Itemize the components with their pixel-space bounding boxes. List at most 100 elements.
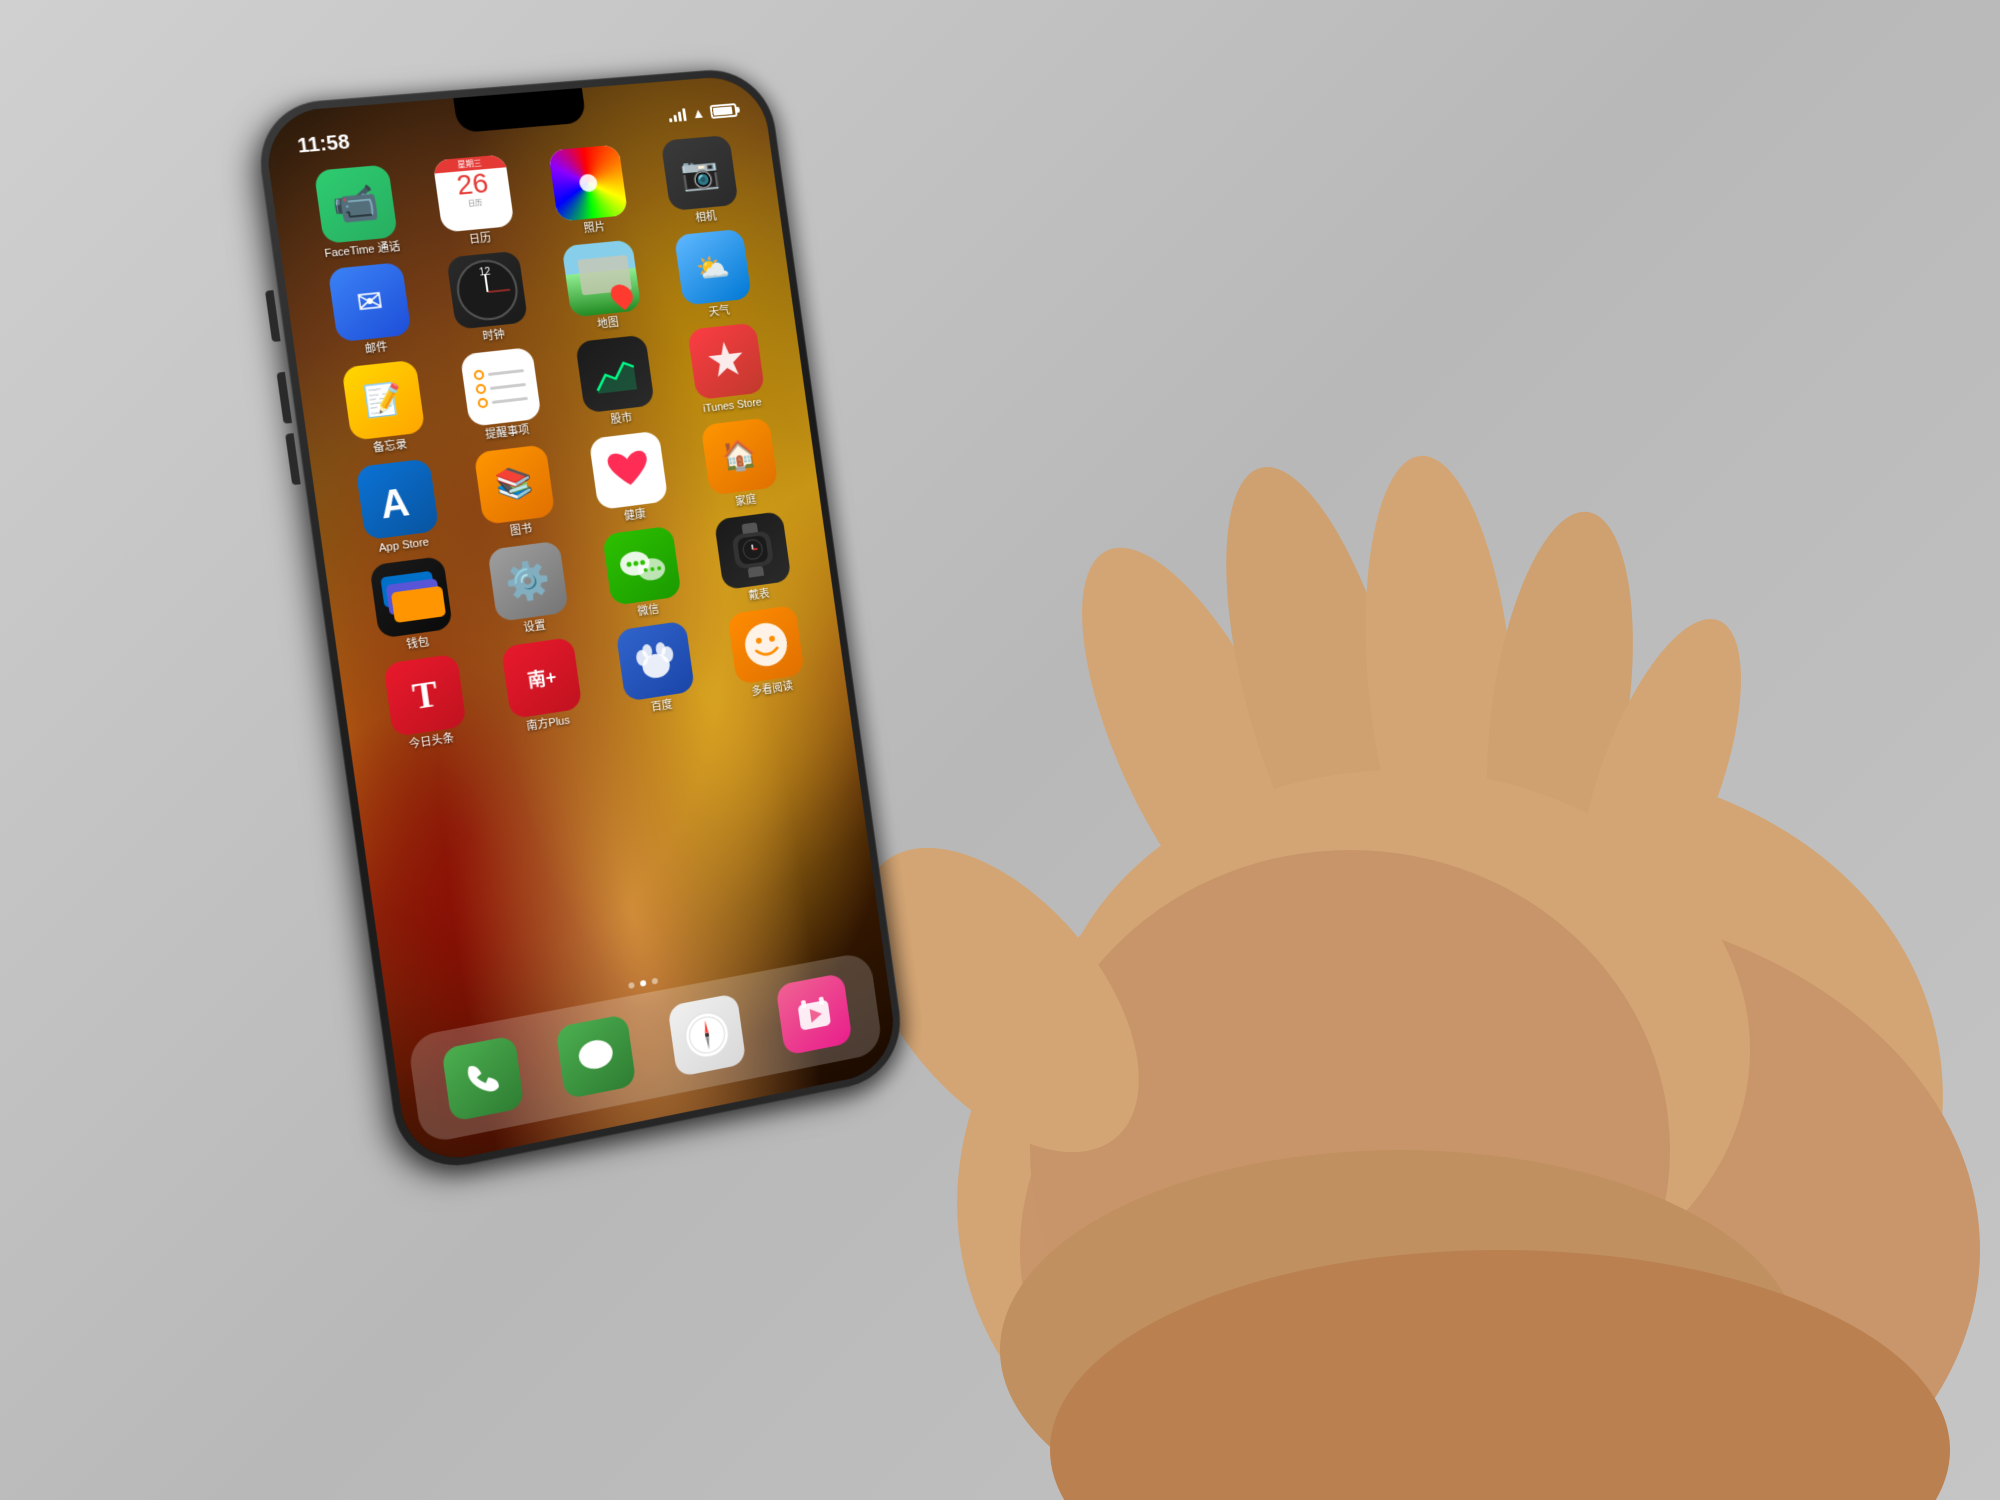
nanfang-icon[interactable]: 南+ xyxy=(501,637,583,719)
page-dot-2 xyxy=(640,980,647,987)
reminders-icon[interactable] xyxy=(460,347,542,427)
dock-bilibili-icon[interactable] xyxy=(776,972,853,1055)
app-wallet[interactable]: 钱包 xyxy=(360,554,465,657)
app-appstore[interactable]: A App Store xyxy=(346,457,451,559)
baidu-paw xyxy=(628,633,683,689)
books-label: 图书 xyxy=(509,522,533,538)
reminder-line-1 xyxy=(488,369,524,376)
health-icon[interactable] xyxy=(589,430,669,510)
app-books[interactable]: 📚 图书 xyxy=(464,443,566,543)
battery-fill xyxy=(713,106,733,115)
baidu-label: 百度 xyxy=(650,699,673,715)
health-label: 健康 xyxy=(623,508,646,524)
status-icons: ▲ xyxy=(668,102,738,123)
wallet-card-3 xyxy=(390,586,445,623)
mail-icon[interactable]: ✉ xyxy=(328,262,412,342)
signal-bar-1 xyxy=(669,118,672,122)
watchos-icon[interactable] xyxy=(714,511,792,590)
dock-phone[interactable] xyxy=(441,1035,524,1122)
wallet-icon[interactable] xyxy=(369,556,453,639)
weather-label: 天气 xyxy=(708,305,731,320)
toutiao-icon[interactable]: T xyxy=(383,653,467,737)
app-notes[interactable]: 📝 备忘录 xyxy=(332,359,437,460)
app-mail[interactable]: ✉ 邮件 xyxy=(318,261,423,361)
weather-icon[interactable]: ⛅ xyxy=(674,229,752,306)
page-dot-1 xyxy=(628,982,635,989)
app-health[interactable]: 健康 xyxy=(580,429,680,528)
notes-icon[interactable]: 📝 xyxy=(341,360,425,441)
bilibili-play-icon xyxy=(791,988,838,1039)
photos-icon[interactable] xyxy=(548,145,628,222)
appstore-a: A xyxy=(368,470,426,527)
settings-icon[interactable]: ⚙️ xyxy=(487,540,569,622)
watch-illustration xyxy=(725,520,780,580)
signal-bar-4 xyxy=(682,108,687,121)
reminder-line-3 xyxy=(492,397,528,404)
app-duokan[interactable]: 多看阅读 xyxy=(719,604,816,703)
stocks-label: 股市 xyxy=(610,412,633,428)
wechat-icon[interactable] xyxy=(602,525,682,605)
app-reminders[interactable]: 提醒事项 xyxy=(451,346,553,445)
app-wechat[interactable]: 微信 xyxy=(593,524,692,624)
dock-bilibili[interactable] xyxy=(776,972,853,1055)
phone-screen: 11:58 ▲ xyxy=(261,74,900,1168)
messages-bubble-icon xyxy=(573,1031,620,1081)
app-clock[interactable]: 12 时钟 xyxy=(437,250,539,348)
stocks-icon[interactable] xyxy=(575,335,655,414)
clock-icon[interactable]: 12 xyxy=(446,251,528,330)
reminder-item-3 xyxy=(477,393,528,409)
calendar-day: 日历 xyxy=(467,198,482,209)
appstore-icon[interactable]: A xyxy=(355,458,439,540)
facetime-icon[interactable]: 📹 xyxy=(314,164,398,243)
app-photos[interactable]: 照片 xyxy=(539,144,639,240)
clock-label: 时钟 xyxy=(482,329,506,345)
app-calendar[interactable]: 星期三 26 日历 日历 xyxy=(423,154,526,251)
dock-safari[interactable] xyxy=(667,993,746,1077)
photos-center xyxy=(578,173,598,192)
calendar-date: 26 xyxy=(455,169,490,200)
svg-text:A: A xyxy=(378,480,412,527)
home-icon[interactable]: 🏠 xyxy=(701,417,779,495)
app-home[interactable]: 🏠 家庭 xyxy=(692,416,789,513)
calendar-icon[interactable]: 星期三 26 日历 xyxy=(433,154,515,232)
baidu-icon[interactable] xyxy=(616,621,696,702)
maps-label: 地图 xyxy=(597,317,620,332)
reminder-item-1 xyxy=(473,365,524,381)
phone-handset-icon xyxy=(460,1054,506,1102)
app-camera[interactable]: 📷 相机 xyxy=(652,134,750,228)
app-nanfang[interactable]: 南+ 南方Plus xyxy=(492,635,594,737)
app-settings[interactable]: ⚙️ 设置 xyxy=(478,539,580,640)
dock-messages[interactable] xyxy=(556,1013,637,1099)
photos-inner xyxy=(548,145,628,222)
books-icon[interactable]: 📚 xyxy=(474,444,556,525)
wifi-icon: ▲ xyxy=(691,105,706,122)
camera-label: 相机 xyxy=(695,211,718,226)
mail-label: 邮件 xyxy=(364,341,388,357)
app-maps[interactable]: 地图 xyxy=(553,239,653,336)
reminders-list xyxy=(473,365,528,409)
app-itunes[interactable]: iTunes Store xyxy=(679,322,776,418)
dock-safari-icon[interactable] xyxy=(667,993,746,1077)
signal-bar-3 xyxy=(678,112,682,122)
app-toutiao[interactable]: T 今日头条 xyxy=(374,652,478,756)
clock-minute-hand xyxy=(488,289,510,292)
app-weather[interactable]: ⛅ 天气 xyxy=(665,228,762,323)
toutiao-label: 今日头条 xyxy=(408,732,455,752)
duokan-icon[interactable] xyxy=(727,605,805,685)
app-stocks[interactable]: 股市 xyxy=(566,334,666,432)
dock-messages-icon[interactable] xyxy=(556,1013,637,1099)
maps-icon[interactable] xyxy=(562,240,642,318)
facetime-label: FaceTime 通话 xyxy=(324,241,401,262)
app-baidu[interactable]: 百度 xyxy=(607,619,706,720)
itunes-icon[interactable] xyxy=(687,323,765,401)
signal-bars-icon xyxy=(668,107,687,122)
camera-icon[interactable]: 📷 xyxy=(661,135,739,211)
battery-icon xyxy=(709,103,737,119)
wallet-cards xyxy=(380,570,443,623)
settings-label: 设置 xyxy=(523,619,547,635)
app-watchos[interactable]: 戴表 xyxy=(705,510,802,608)
reminders-label: 提醒事项 xyxy=(485,424,531,442)
dock-phone-icon[interactable] xyxy=(441,1035,524,1122)
app-facetime[interactable]: 📹 FaceTime 通话 xyxy=(304,164,409,263)
notes-label: 备忘录 xyxy=(372,439,408,456)
